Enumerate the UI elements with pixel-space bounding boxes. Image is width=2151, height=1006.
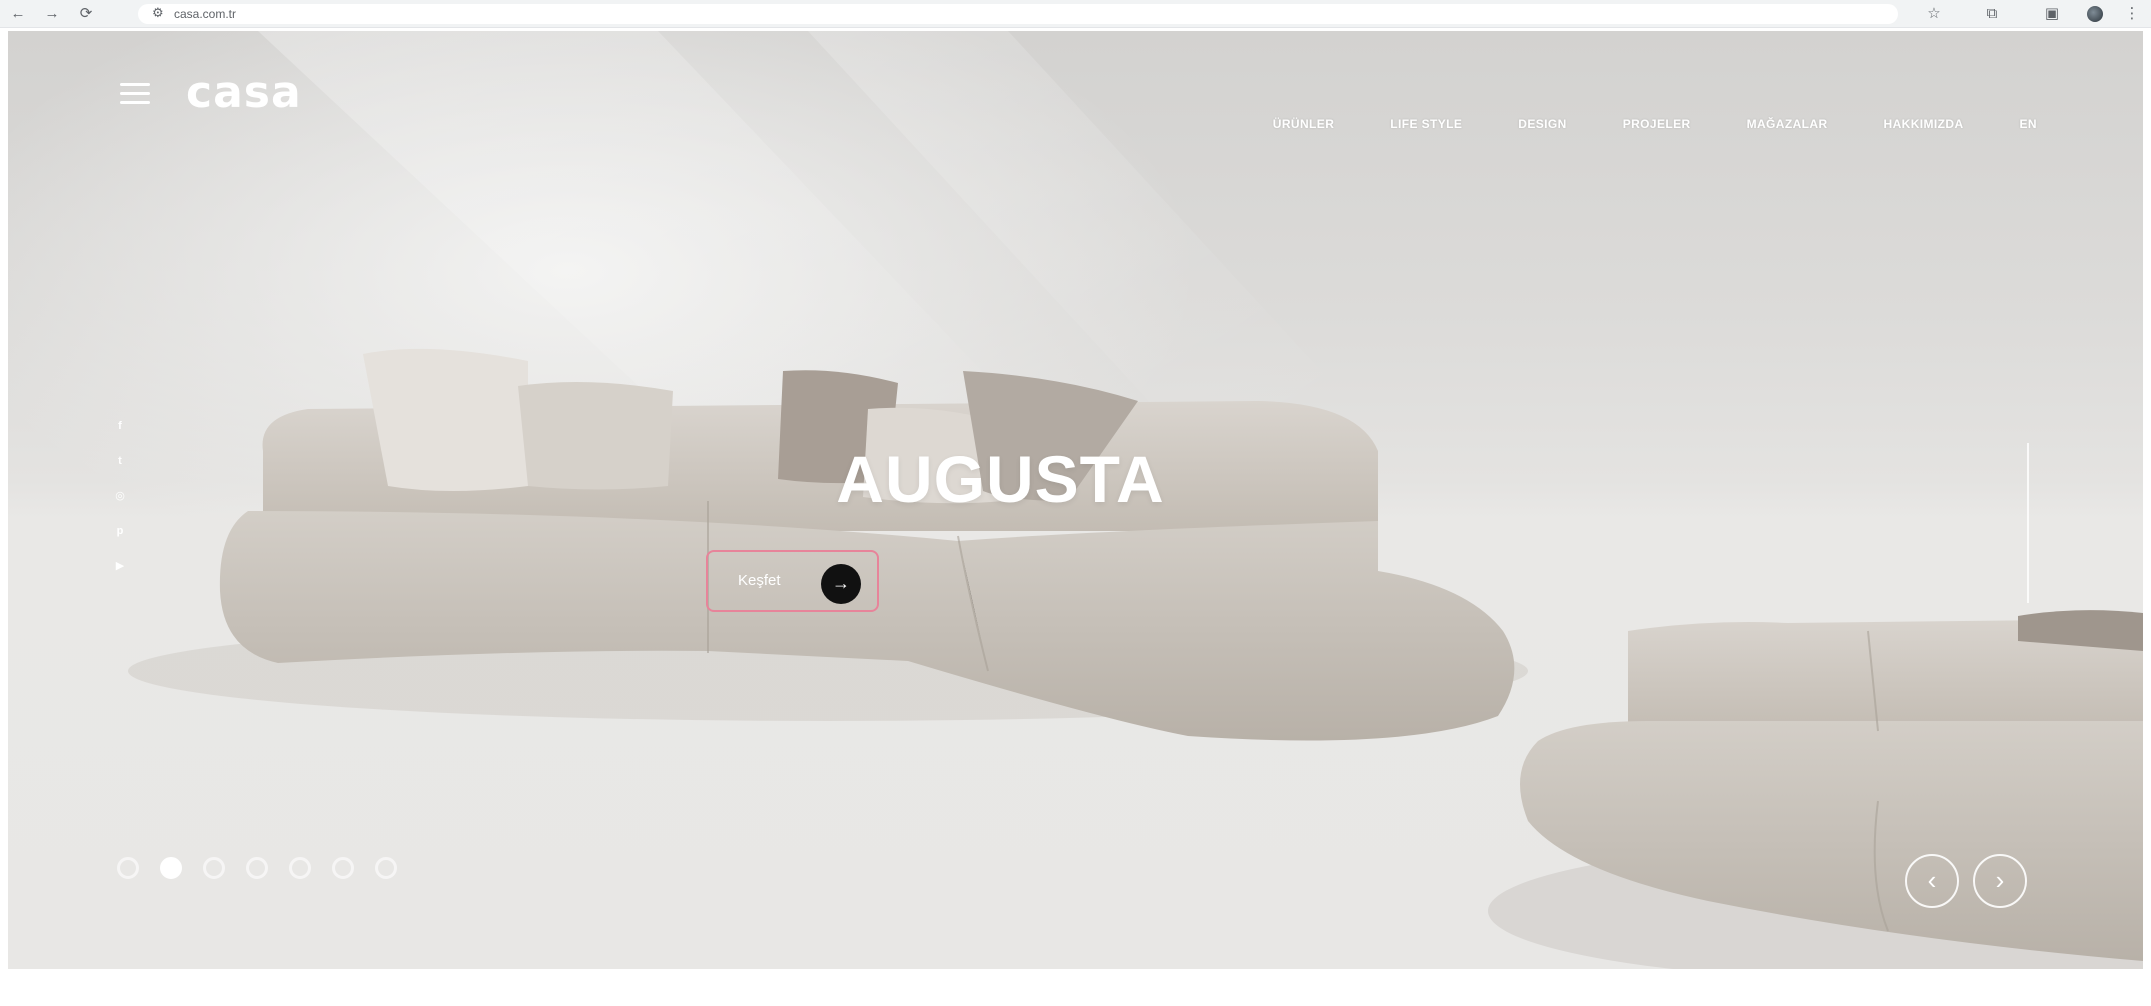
reload-icon[interactable]: ⟳ <box>74 2 98 26</box>
site-info-icon[interactable]: ⚙ <box>152 5 164 21</box>
site-logo[interactable]: casa <box>186 67 302 118</box>
nav-projeler[interactable]: PROJELER <box>1623 117 1691 131</box>
slide-dot[interactable] <box>203 857 225 879</box>
discover-button-label: Keşfet <box>738 572 781 589</box>
nav-magazalar[interactable]: MAĞAZALAR <box>1747 117 1828 131</box>
hero-title: AUGUSTA <box>8 441 2143 517</box>
prev-slide-button[interactable]: ‹ <box>1905 854 1959 908</box>
pinterest-icon[interactable]: p <box>113 524 127 538</box>
forward-icon[interactable]: → <box>40 2 64 26</box>
nav-language-en[interactable]: EN <box>2020 117 2037 131</box>
slide-pagination <box>117 857 418 879</box>
slide-dot-active[interactable] <box>160 857 182 879</box>
slide-dot[interactable] <box>117 857 139 879</box>
back-icon[interactable]: ← <box>6 2 30 26</box>
facebook-icon[interactable]: f <box>113 419 127 433</box>
youtube-icon[interactable]: ▶ <box>113 559 127 573</box>
browser-menu-icon[interactable]: ⋮ <box>2120 2 2144 26</box>
profile-avatar[interactable] <box>2087 6 2103 22</box>
address-bar[interactable]: ⚙ casa.com.tr <box>138 4 1898 24</box>
arrow-right-icon: → <box>821 564 861 604</box>
scroll-indicator <box>2027 443 2029 603</box>
hero-slider: casa ÜRÜNLER LIFE STYLE DESIGN PROJELER … <box>8 31 2143 969</box>
nav-design[interactable]: DESIGN <box>1518 117 1566 131</box>
nav-life-style[interactable]: LIFE STYLE <box>1390 117 1462 131</box>
url-text: casa.com.tr <box>174 7 237 21</box>
hamburger-menu-icon[interactable] <box>120 83 150 105</box>
browser-toolbar: ← → ⟳ ⚙ casa.com.tr ☆ ⧉ ▣ ⋮ <box>0 0 2151 28</box>
nav-hakkimizda[interactable]: HAKKIMIZDA <box>1884 117 1964 131</box>
bookmark-star-icon[interactable]: ☆ <box>1922 2 1946 26</box>
slide-dot[interactable] <box>375 857 397 879</box>
nav-urunler[interactable]: ÜRÜNLER <box>1273 117 1334 131</box>
hero-title-text: AUGUSTA <box>836 442 1165 516</box>
next-slide-button[interactable]: › <box>1973 854 2027 908</box>
extensions-icon[interactable]: ⧉ <box>1980 2 2004 26</box>
slide-dot[interactable] <box>332 857 354 879</box>
discover-button[interactable]: Keşfet → <box>706 550 879 612</box>
slider-arrows: ‹ › <box>1905 854 2041 908</box>
slide-dot[interactable] <box>246 857 268 879</box>
slide-dot[interactable] <box>289 857 311 879</box>
sidepanel-icon[interactable]: ▣ <box>2040 2 2064 26</box>
main-nav: ÜRÜNLER LIFE STYLE DESIGN PROJELER MAĞAZ… <box>1217 117 2037 131</box>
